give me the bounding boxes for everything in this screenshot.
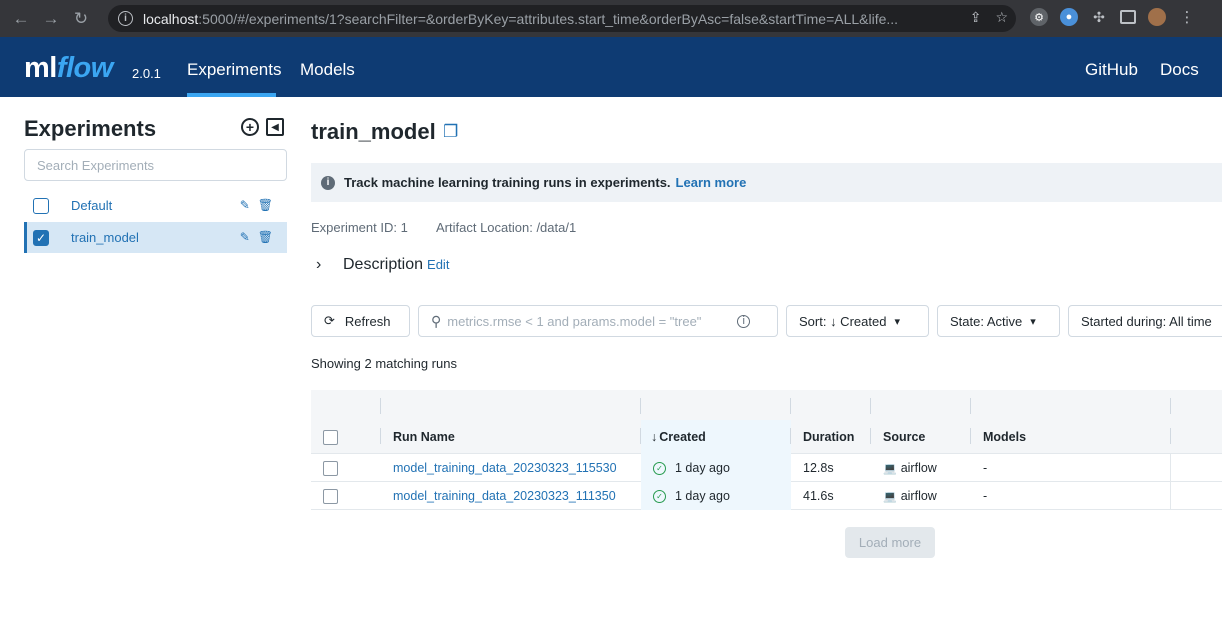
experiment-item-default[interactable]: Default ✎ 🗑 xyxy=(24,190,287,221)
select-all-checkbox[interactable] xyxy=(323,429,338,445)
browser-toolbar: ← → ↻ i localhost:5000/#/experiments/1?s… xyxy=(0,0,1222,37)
sort-dropdown[interactable]: Sort: ↓ Created ▾ xyxy=(786,305,929,337)
back-icon[interactable]: ← xyxy=(8,6,34,32)
refresh-icon: ⟳ xyxy=(324,313,335,328)
mlflow-logo[interactable]: mlflow xyxy=(24,52,113,85)
success-check-icon: ✓ xyxy=(653,489,666,503)
address-bar[interactable]: i localhost:5000/#/experiments/1?searchF… xyxy=(108,5,1016,32)
more-menu-icon[interactable]: ⋮ xyxy=(1178,8,1196,26)
run-name-link[interactable]: model_training_data_20230323_115530 xyxy=(381,454,617,482)
header-duration[interactable]: Duration xyxy=(791,420,871,454)
laptop-icon: 💻 xyxy=(883,462,897,475)
chevron-down-icon: ▾ xyxy=(1030,315,1036,328)
created-cell: ✓ 1 day ago xyxy=(641,482,791,510)
runs-search-input[interactable] xyxy=(447,313,738,329)
version-label: 2.0.1 xyxy=(132,66,161,81)
nav-experiments[interactable]: Experiments xyxy=(187,60,281,80)
search-icon: ⚲ xyxy=(431,312,442,329)
source-cell: 💻 airflow xyxy=(883,461,937,475)
header-created[interactable]: ↓ Created xyxy=(641,420,791,454)
description-label[interactable]: Description xyxy=(343,256,423,274)
info-circle-icon[interactable]: i xyxy=(737,314,751,328)
extension-icon[interactable]: ● xyxy=(1060,8,1078,26)
nav-models[interactable]: Models xyxy=(300,60,355,80)
forward-icon[interactable]: → xyxy=(38,6,64,32)
reload-icon[interactable]: ↻ xyxy=(68,6,94,32)
header-models[interactable]: Models xyxy=(971,420,1171,454)
collapse-sidebar-icon[interactable]: ◀ xyxy=(266,118,284,136)
table-row: model_training_data_20230323_111350 ✓ 1 … xyxy=(311,482,1222,510)
sidepanel-icon[interactable] xyxy=(1120,10,1136,24)
puzzle-icon[interactable]: ✣ xyxy=(1090,8,1108,26)
started-during-dropdown[interactable]: Started during: All time xyxy=(1068,305,1222,337)
laptop-icon: 💻 xyxy=(883,490,897,503)
table-divider xyxy=(1170,453,1171,509)
runs-search-field[interactable]: ⚲ i xyxy=(418,305,778,337)
edit-icon[interactable]: ✎ xyxy=(240,230,250,244)
success-check-icon: ✓ xyxy=(653,461,666,475)
share-icon[interactable]: ⇪ xyxy=(970,9,982,26)
duration-cell: 12.8s xyxy=(803,461,834,475)
add-experiment-icon[interactable]: + xyxy=(241,118,259,136)
avatar[interactable] xyxy=(1148,8,1166,26)
runs-count: Showing 2 matching runs xyxy=(311,356,457,371)
row-checkbox[interactable] xyxy=(323,460,338,476)
active-tab-indicator xyxy=(187,93,276,97)
row-select-cell xyxy=(311,454,338,482)
header-run-name[interactable]: Run Name xyxy=(381,420,641,454)
runs-table: Run Name ↓ Created Duration Source Model… xyxy=(311,390,1222,510)
site-info-icon[interactable]: i xyxy=(118,11,133,26)
artifact-location: Artifact Location: /data/1 xyxy=(436,220,577,235)
page-title: train_model xyxy=(311,119,436,144)
experiment-checkbox[interactable]: ✓ xyxy=(33,229,49,246)
source-cell: 💻 airflow xyxy=(883,489,937,503)
experiment-label[interactable]: Default xyxy=(71,198,112,213)
select-all-cell xyxy=(311,420,381,454)
banner-text: Track machine learning training runs in … xyxy=(344,175,671,190)
nav-github[interactable]: GitHub xyxy=(1085,60,1138,80)
duration-cell: 41.6s xyxy=(803,489,834,503)
sort-down-arrow-icon: ↓ xyxy=(651,430,658,444)
sidebar-title: Experiments xyxy=(24,116,157,141)
copy-icon[interactable]: ❐ xyxy=(443,122,459,141)
description-edit-link[interactable]: Edit xyxy=(427,257,449,272)
experiment-item-train-model[interactable]: ✓ train_model ✎ 🗑 xyxy=(24,222,287,253)
description-row: › Description Edit xyxy=(316,256,449,274)
trash-icon[interactable]: 🗑 xyxy=(258,198,273,212)
bookmark-star-icon[interactable]: ☆ xyxy=(995,9,1008,26)
chevron-right-icon[interactable]: › xyxy=(316,256,336,274)
row-checkbox[interactable] xyxy=(323,488,338,504)
info-icon: i xyxy=(321,175,335,190)
table-group-header xyxy=(311,390,1222,420)
run-name-link[interactable]: model_training_data_20230323_111350 xyxy=(381,482,616,510)
load-more-button[interactable]: Load more xyxy=(845,527,935,558)
experiment-label[interactable]: train_model xyxy=(71,230,139,245)
refresh-button[interactable]: ⟳ Refresh xyxy=(311,305,410,337)
edit-icon[interactable]: ✎ xyxy=(240,198,250,212)
nav-docs[interactable]: Docs xyxy=(1160,60,1199,80)
created-cell: ✓ 1 day ago xyxy=(641,454,791,482)
table-header: Run Name ↓ Created Duration Source Model… xyxy=(311,420,1222,454)
extension-gear-icon[interactable]: ⚙ xyxy=(1030,8,1048,26)
chevron-down-icon: ▾ xyxy=(894,315,900,328)
models-cell: - xyxy=(983,489,988,503)
url-text[interactable]: localhost:5000/#/experiments/1?searchFil… xyxy=(143,11,933,27)
row-select-cell xyxy=(311,482,338,510)
app-header: mlflow 2.0.1 Experiments Models GitHub D… xyxy=(0,37,1222,97)
info-banner: i Track machine learning training runs i… xyxy=(311,163,1222,202)
models-cell: - xyxy=(983,461,988,475)
learn-more-link[interactable]: Learn more xyxy=(676,175,747,190)
experiment-checkbox[interactable] xyxy=(33,197,49,214)
table-row: model_training_data_20230323_115530 ✓ 1 … xyxy=(311,454,1222,482)
header-source[interactable]: Source xyxy=(871,420,971,454)
trash-icon[interactable]: 🗑 xyxy=(258,230,273,244)
experiment-id: Experiment ID: 1 xyxy=(311,220,408,235)
search-experiments-input[interactable] xyxy=(24,149,287,181)
state-dropdown[interactable]: State: Active ▾ xyxy=(937,305,1060,337)
